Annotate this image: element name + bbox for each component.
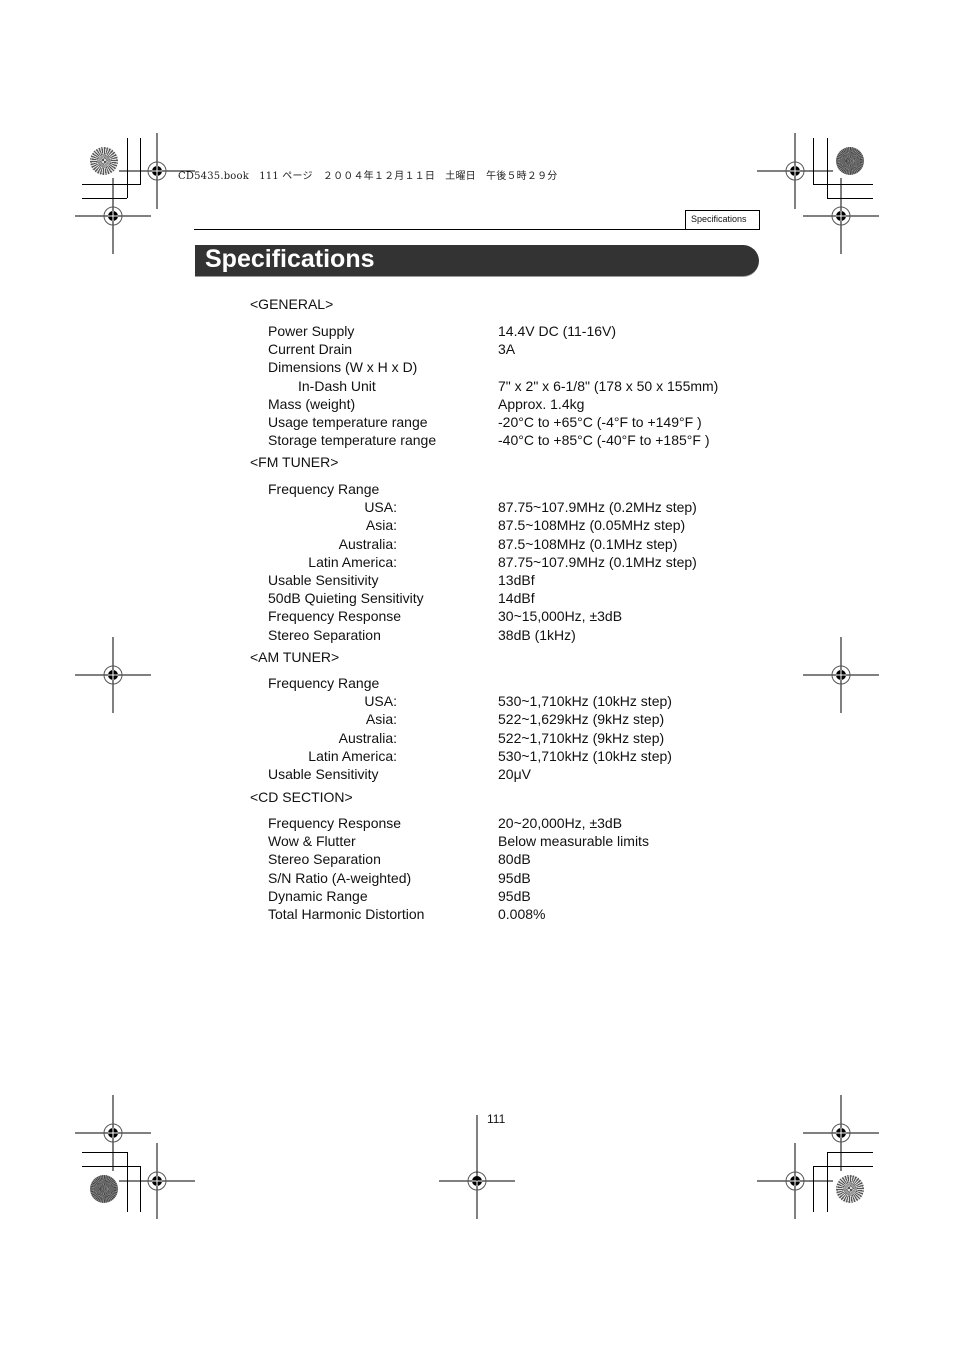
spec-value: 3A	[498, 341, 516, 358]
spec-row: Frequency Response 30~15,000Hz, ±3dB	[0, 608, 954, 626]
spec-label: Usable Sensitivity	[268, 766, 379, 782]
spec-label: Current Drain	[268, 341, 353, 358]
spec-row: S/N Ratio (A-weighted) 95dB	[0, 870, 954, 888]
spec-label: Dynamic Range	[268, 887, 368, 904]
header-rule	[194, 229, 760, 230]
spec-row: Latin America: 530~1,710kHz (10kHz step)	[0, 748, 954, 766]
spec-row: Total Harmonic Distortion 0.008%	[0, 906, 954, 924]
spec-value: 87.5~108MHz (0.05MHz step)	[498, 517, 686, 534]
spec-row: Australia: 522~1,710kHz (9kHz step)	[0, 730, 954, 748]
spec-label: Australia:	[338, 729, 397, 746]
spec-value: 7" x 2" x 6-1/8" (178 x 50 x 155mm)	[498, 377, 719, 394]
title-bar: Specifications	[195, 245, 759, 277]
spec-label: Frequency Range	[268, 675, 380, 691]
spec-row: Frequency Range	[0, 481, 954, 499]
spec-row: Frequency Response 20~20,000Hz, ±3dB	[0, 815, 954, 833]
spec-label: USA:	[364, 499, 397, 516]
spec-label: Asia:	[365, 711, 397, 728]
spec-value: 522~1,710kHz (9kHz step)	[498, 729, 665, 746]
spec-value: 38dB (1kHz)	[498, 626, 576, 643]
spec-label: Asia:	[365, 517, 397, 534]
spec-label: Frequency Range	[268, 481, 380, 497]
spec-value: 530~1,710kHz (10kHz step)	[498, 747, 672, 764]
spec-label: Australia:	[338, 535, 397, 552]
print-slug: CD5435.book 111 ページ ２００４年１２月１１日 土曜日 午後５時…	[178, 171, 558, 182]
spec-value: 80dB	[498, 851, 531, 868]
spec-row: Australia: 87.5~108MHz (0.1MHz step)	[0, 536, 954, 554]
spec-value: 30~15,000Hz, ±3dB	[498, 608, 623, 625]
registration-target-icon	[802, 1094, 880, 1172]
spec-value: -40°C to +85°C (-40°F to +185°F )	[498, 432, 710, 449]
spec-row: Stereo Separation 80dB	[0, 851, 954, 869]
spec-row: Storage temperature range -40°C to +85°C …	[0, 432, 954, 450]
registration-target-icon	[74, 1094, 152, 1172]
spec-row: Asia: 522~1,629kHz (9kHz step)	[0, 711, 954, 729]
spec-label: Frequency Response	[268, 815, 402, 831]
spec-label: Storage temperature range	[268, 432, 437, 449]
spec-row: Asia: 87.5~108MHz (0.05MHz step)	[0, 517, 954, 535]
spec-label: Stereo Separation	[268, 851, 381, 868]
section-heading: <AM TUNER>	[250, 649, 340, 665]
spec-row: Wow & Flutter Below measurable limits	[0, 833, 954, 851]
spec-row: Mass (weight) Approx. 1.4kg	[0, 396, 954, 414]
spec-label: Latin America:	[308, 747, 397, 764]
page-title: Specifications	[205, 245, 375, 273]
spec-value: -20°C to +65°C (-4°F to +149°F )	[498, 414, 702, 430]
section-heading: <CD SECTION>	[250, 789, 353, 805]
spec-row: USA: 87.75~107.9MHz (0.2MHz step)	[0, 499, 954, 517]
spec-value: 20~20,000Hz, ±3dB	[498, 815, 623, 831]
registration-target-icon	[756, 132, 834, 210]
spec-value: 14.4V DC (11-16V)	[498, 323, 617, 339]
spec-row: Dynamic Range 95dB	[0, 888, 954, 906]
spec-value: 87.5~108MHz (0.1MHz step)	[498, 535, 678, 552]
spec-label: Frequency Response	[268, 608, 402, 625]
spec-value: 87.75~107.9MHz (0.2MHz step)	[498, 499, 697, 516]
spec-value: 0.008%	[498, 906, 546, 922]
spec-value: 530~1,710kHz (10kHz step)	[498, 693, 672, 710]
spec-row: Stereo Separation 38dB (1kHz)	[0, 627, 954, 645]
spec-value: 95dB	[498, 887, 531, 904]
spec-label: Latin America:	[308, 553, 397, 570]
spec-value: Approx. 1.4kg	[498, 395, 585, 412]
registration-target-icon	[802, 177, 880, 255]
spec-label: Usable Sensitivity	[268, 572, 379, 588]
spec-label: Dimensions (W x H x D)	[268, 359, 418, 376]
spec-label: USA:	[364, 693, 397, 710]
spec-value: 95dB	[498, 869, 531, 886]
page-number: 111	[487, 1112, 506, 1126]
spec-label: In-Dash Unit	[298, 377, 376, 394]
spec-label: Stereo Separation	[268, 626, 381, 643]
spec-row: 50dB Quieting Sensitivity 14dBf	[0, 590, 954, 608]
spec-row: Power Supply 14.4V DC (11-16V)	[0, 323, 954, 341]
spec-row: USA: 530~1,710kHz (10kHz step)	[0, 693, 954, 711]
spec-label: S/N Ratio (A-weighted)	[268, 869, 412, 886]
spec-value: 20μV	[498, 766, 531, 782]
spec-value: Below measurable limits	[498, 833, 649, 850]
spec-label: Usage temperature range	[268, 414, 428, 430]
spec-row: Current Drain 3A	[0, 341, 954, 359]
running-header-tab: Specifications	[685, 210, 760, 229]
registration-target-icon	[756, 1142, 834, 1220]
spec-label: Total Harmonic Distortion	[268, 906, 425, 922]
spec-row: Usable Sensitivity 13dBf	[0, 572, 954, 590]
spec-value: 522~1,629kHz (9kHz step)	[498, 711, 665, 728]
spec-label: Power Supply	[268, 323, 355, 339]
spec-value: 14dBf	[498, 590, 535, 607]
spec-row: Latin America: 87.75~107.9MHz (0.1MHz ste…	[0, 554, 954, 572]
registration-target-icon	[74, 177, 152, 255]
section-heading: <FM TUNER>	[250, 454, 339, 470]
spec-row: Usable Sensitivity 20μV	[0, 766, 954, 784]
spec-label: Mass (weight)	[268, 395, 356, 412]
registration-target-icon	[118, 1142, 196, 1220]
spec-row: In-Dash Unit 7" x 2" x 6-1/8" (178 x 50 x…	[0, 378, 954, 396]
spec-row: Usage temperature range -20°C to +65°C (-…	[0, 414, 954, 432]
spec-row: Dimensions (W x H x D)	[0, 359, 954, 377]
spec-row: Frequency Range	[0, 675, 954, 693]
section-heading: <GENERAL>	[250, 296, 334, 312]
spec-label: 50dB Quieting Sensitivity	[268, 590, 424, 607]
spec-label: Wow & Flutter	[268, 833, 356, 850]
spec-value: 13dBf	[498, 572, 535, 588]
spec-value: 87.75~107.9MHz (0.1MHz step)	[498, 553, 697, 570]
